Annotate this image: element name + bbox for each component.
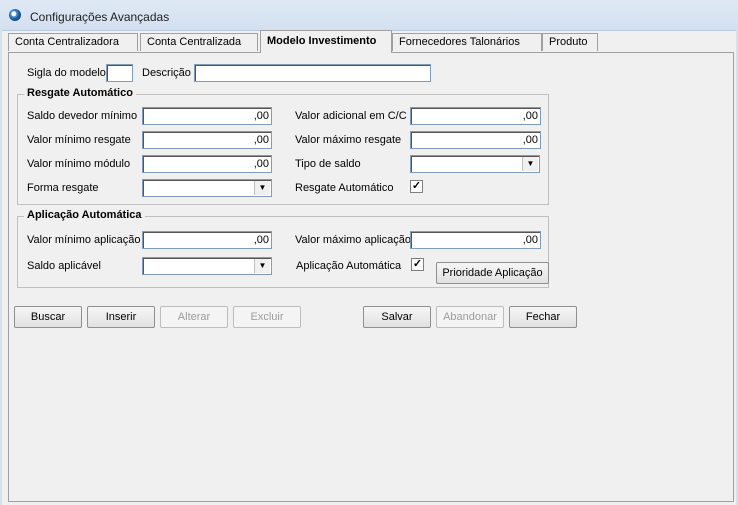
window-title: Configurações Avançadas — [30, 10, 170, 24]
chevron-down-icon[interactable]: ▼ — [522, 157, 538, 171]
saldo-aplicavel-label: Saldo aplicável — [27, 260, 101, 272]
prioridade-aplicacao-button[interactable]: Prioridade Aplicação — [436, 262, 549, 284]
valor-min-modulo-label: Valor mínimo módulo — [27, 158, 131, 170]
tipo-saldo-select[interactable]: ▼ — [410, 155, 540, 173]
tab-conta-centralizadora[interactable]: Conta Centralizadora — [8, 33, 138, 51]
excluir-button[interactable]: Excluir — [233, 306, 301, 328]
valor-min-aplicacao-input[interactable]: ,00 — [142, 231, 272, 249]
resgate-automatico-checkbox[interactable]: ✓ — [410, 180, 423, 193]
tab-fornecedores-talonarios[interactable]: Fornecedores Talonários — [392, 33, 542, 51]
tipo-saldo-label: Tipo de saldo — [295, 158, 361, 170]
alterar-button[interactable]: Alterar — [160, 306, 228, 328]
title-bar: Configurações Avançadas — [0, 0, 738, 31]
aplicacao-automatica-checkbox[interactable]: ✓ — [411, 258, 424, 271]
app-icon — [9, 9, 21, 21]
sigla-label: Sigla do modelo — [27, 67, 106, 79]
tab-conta-centralizada[interactable]: Conta Centralizada — [140, 33, 258, 51]
chevron-down-icon[interactable]: ▼ — [254, 181, 270, 195]
valor-min-resgate-label: Valor mínimo resgate — [27, 134, 131, 146]
valor-max-aplicacao-label: Valor máximo aplicação — [295, 234, 411, 246]
resgate-automatico-label: Resgate Automático — [295, 182, 394, 194]
valor-max-aplicacao-input[interactable]: ,00 — [410, 231, 541, 249]
tab-produto[interactable]: Produto — [542, 33, 598, 51]
abandonar-button[interactable]: Abandonar — [436, 306, 504, 328]
descricao-input[interactable] — [194, 64, 431, 82]
valor-max-resgate-label: Valor máximo resgate — [295, 134, 402, 146]
saldo-aplicavel-select[interactable]: ▼ — [142, 257, 272, 275]
forma-resgate-label: Forma resgate — [27, 182, 99, 194]
buscar-button[interactable]: Buscar — [14, 306, 82, 328]
aplicacao-group-title: Aplicação Automática — [24, 209, 145, 221]
tab-modelo-investimento[interactable]: Modelo Investimento — [260, 30, 392, 53]
chevron-down-icon[interactable]: ▼ — [254, 259, 270, 273]
tab-strip: Conta Centralizadora Conta Centralizada … — [8, 30, 738, 53]
valor-min-aplicacao-label: Valor mínimo aplicação — [27, 234, 141, 246]
valor-min-modulo-input[interactable]: ,00 — [142, 155, 272, 173]
sigla-input[interactable] — [106, 64, 133, 82]
saldo-devedor-input[interactable]: ,00 — [142, 107, 272, 125]
fechar-button[interactable]: Fechar — [509, 306, 577, 328]
valor-adicional-input[interactable]: ,00 — [410, 107, 541, 125]
resgate-group-title: Resgate Automático — [24, 87, 136, 99]
valor-max-resgate-input[interactable]: ,00 — [410, 131, 541, 149]
salvar-button[interactable]: Salvar — [363, 306, 431, 328]
descricao-label: Descrição — [142, 67, 191, 79]
inserir-button[interactable]: Inserir — [87, 306, 155, 328]
window-frame-left — [0, 30, 2, 505]
valor-adicional-label: Valor adicional em C/C — [295, 110, 407, 122]
saldo-devedor-label: Saldo devedor mínimo — [27, 110, 138, 122]
valor-min-resgate-input[interactable]: ,00 — [142, 131, 272, 149]
aplicacao-automatica-label: Aplicação Automática — [296, 260, 402, 272]
forma-resgate-select[interactable]: ▼ — [142, 179, 272, 197]
